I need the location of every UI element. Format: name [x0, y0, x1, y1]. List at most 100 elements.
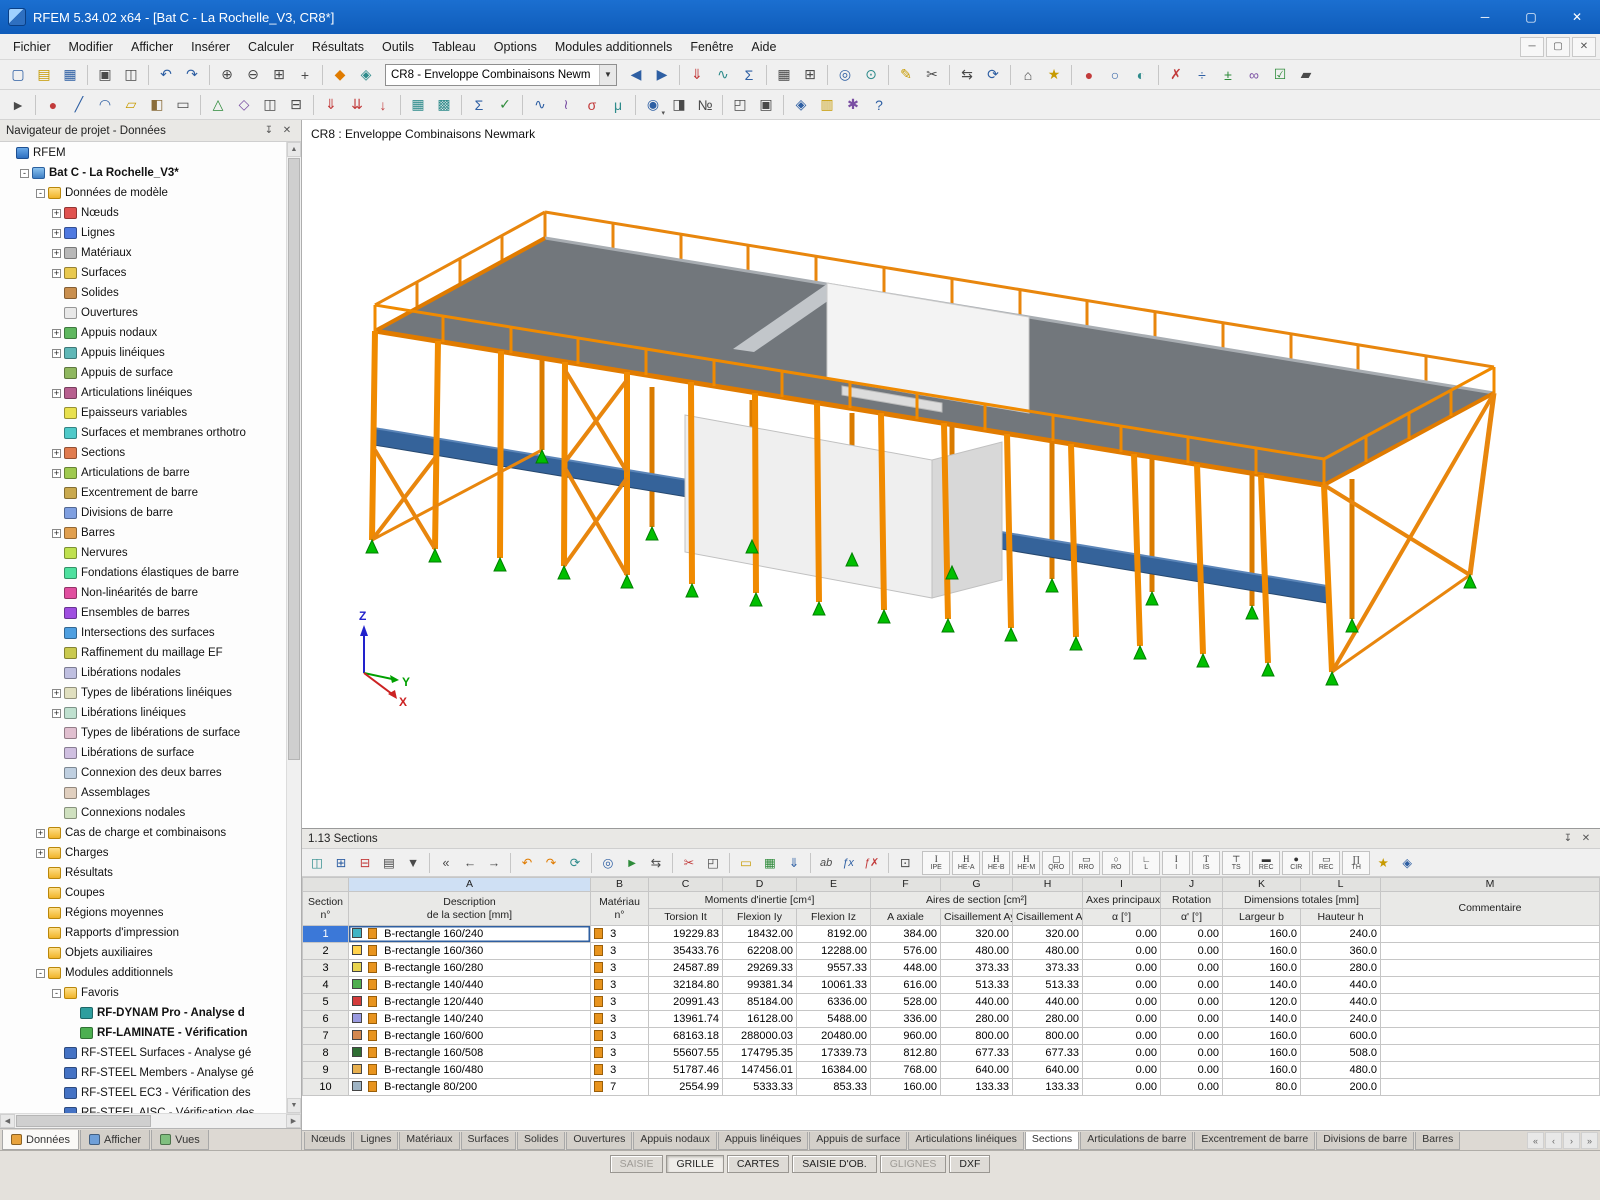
undo-icon[interactable]: ↶	[154, 63, 178, 87]
print-icon[interactable]: ▣	[93, 63, 117, 87]
surface-load-icon[interactable]: ⇊	[345, 93, 369, 117]
cell-axial-area[interactable]: 336.00	[871, 1011, 941, 1028]
copy-icon[interactable]: ◰	[702, 852, 724, 874]
first-row-icon[interactable]: «	[435, 852, 457, 874]
maximize-button[interactable]: ▢	[1508, 0, 1554, 34]
tree-item[interactable]: RF-LAMINATE - Vérification	[0, 1023, 286, 1043]
section-number-cell[interactable]: 9	[303, 1062, 349, 1079]
tree-item[interactable]: Rapports d'impression	[0, 923, 286, 943]
cell-height[interactable]: 480.0	[1301, 1062, 1381, 1079]
cell-alpha-prime[interactable]: 0.00	[1161, 960, 1223, 977]
menu-item[interactable]: Outils	[373, 36, 423, 58]
tree-expander[interactable]: +	[52, 229, 61, 238]
table-row[interactable]: 4 B-rectangle 140/440 3	[303, 977, 1600, 994]
column-letter[interactable]: M	[1381, 878, 1600, 892]
tree-expander[interactable]: +	[52, 689, 61, 698]
toolbar-separator[interactable]	[949, 65, 950, 85]
section-type-button[interactable]: H HE-B	[982, 851, 1010, 875]
col-header-axes[interactable]: Axes principaux	[1083, 892, 1161, 909]
mdi-restore-button[interactable]: ▢	[1546, 37, 1570, 57]
cell-shear-az[interactable]: 800.00	[1013, 1028, 1083, 1045]
table-tab[interactable]: Nœuds	[304, 1132, 352, 1150]
section-type-button[interactable]: ▬ REC	[1252, 851, 1280, 875]
tree-item[interactable]: Résultats	[0, 863, 286, 883]
cell-torsion[interactable]: 19229.83	[649, 926, 723, 943]
toolbar-separator[interactable]	[510, 853, 511, 873]
tree-expander[interactable]: -	[36, 189, 45, 198]
cell-comment[interactable]	[1381, 1062, 1600, 1079]
tree-expander[interactable]: -	[36, 969, 45, 978]
cell-shear-az[interactable]: 677.33	[1013, 1045, 1083, 1062]
cell-flexion-z[interactable]: 16384.00	[797, 1062, 871, 1079]
section-description-cell[interactable]: B-rectangle 160/508	[349, 1045, 591, 1062]
status-toggle[interactable]: GRILLE	[666, 1155, 723, 1173]
section-type-button[interactable]: ∟ L	[1132, 851, 1160, 875]
column-letter[interactable]: F	[871, 878, 941, 892]
toolbar-separator[interactable]	[209, 65, 210, 85]
cell-torsion[interactable]: 35433.76	[649, 943, 723, 960]
table-tab[interactable]: Ouvertures	[566, 1132, 632, 1150]
show-results-icon[interactable]: ∿	[711, 63, 735, 87]
cell-alpha-prime[interactable]: 0.00	[1161, 1028, 1223, 1045]
cell-axial-area[interactable]: 768.00	[871, 1062, 941, 1079]
column-letter[interactable]	[303, 878, 349, 892]
cell-flexion-z[interactable]: 5488.00	[797, 1011, 871, 1028]
cell-height[interactable]: 360.0	[1301, 943, 1381, 960]
redo-icon[interactable]: ↷	[180, 63, 204, 87]
previous-loadcase-icon[interactable]: ◀	[624, 63, 648, 87]
cell-axial-area[interactable]: 528.00	[871, 994, 941, 1011]
column-letter[interactable]: G	[941, 878, 1013, 892]
grid-icon[interactable]: ⊞	[798, 63, 822, 87]
cell-alpha-prime[interactable]: 0.00	[1161, 977, 1223, 994]
tree-item[interactable]: RF-STEEL AISC - Vérification des	[0, 1103, 286, 1113]
tree-item[interactable]: Nervures	[0, 543, 286, 563]
table-row[interactable]: 3 B-rectangle 160/280 3	[303, 960, 1600, 977]
toolbar-separator[interactable]	[722, 95, 723, 115]
tree-item[interactable]: Épaisseurs variables	[0, 403, 286, 423]
prev-tab-button[interactable]: ‹	[1545, 1132, 1562, 1149]
column-letter[interactable]: H	[1013, 878, 1083, 892]
section-number-cell[interactable]: 7	[303, 1028, 349, 1045]
redo-icon[interactable]: ↷	[540, 852, 562, 874]
table-row[interactable]: 6 B-rectangle 140/240 3	[303, 1011, 1600, 1028]
section-library-icon[interactable]: ◈	[1396, 852, 1418, 874]
cut-icon[interactable]: ✂	[678, 852, 700, 874]
section-type-button[interactable]: ● CIR	[1282, 851, 1310, 875]
toolbar-separator[interactable]	[1158, 65, 1159, 85]
section-description-cell[interactable]: B-rectangle 140/440	[349, 977, 591, 994]
navigator-tab[interactable]: Vues	[151, 1130, 209, 1150]
cell-torsion[interactable]: 13961.74	[649, 1011, 723, 1028]
opening-icon[interactable]: ▭	[171, 93, 195, 117]
table-row[interactable]: 7 B-rectangle 160/600 3	[303, 1028, 1600, 1045]
cell-width[interactable]: 80.0	[1223, 1079, 1301, 1096]
cell-flexion-z[interactable]: 10061.33	[797, 977, 871, 994]
cell-height[interactable]: 440.0	[1301, 994, 1381, 1011]
favorite-sections-icon[interactable]: ★	[1372, 852, 1394, 874]
formula-icon[interactable]: ƒx	[838, 852, 858, 874]
print-graphic-icon[interactable]: ▣	[754, 93, 778, 117]
cell-shear-az[interactable]: 640.00	[1013, 1062, 1083, 1079]
cell-alpha[interactable]: 0.00	[1083, 977, 1161, 994]
pin-icon[interactable]: ↧	[261, 123, 277, 139]
col-header-description[interactable]: Descriptionde la section [mm]	[349, 892, 591, 926]
section-number-cell[interactable]: 3	[303, 960, 349, 977]
cell-flexion-y[interactable]: 147456.01	[723, 1062, 797, 1079]
cell-flexion-z[interactable]: 17339.73	[797, 1045, 871, 1062]
toolbar-separator[interactable]	[313, 95, 314, 115]
cell-shear-az[interactable]: 373.33	[1013, 960, 1083, 977]
settings-icon[interactable]: ✱	[841, 93, 865, 117]
favorites-icon[interactable]: ★	[1042, 63, 1066, 87]
cell-torsion[interactable]: 24587.89	[649, 960, 723, 977]
mesh-icon[interactable]: ▦	[406, 93, 430, 117]
surface-tool-icon[interactable]: ◐	[1129, 63, 1153, 87]
filter-icon[interactable]: ▼	[402, 852, 424, 874]
open-model-icon[interactable]: ▤	[32, 63, 56, 87]
col-header-comment[interactable]: Commentaire	[1381, 892, 1600, 926]
cell-shear-az[interactable]: 480.00	[1013, 943, 1083, 960]
cell-width[interactable]: 160.0	[1223, 943, 1301, 960]
tree-item[interactable]: + Articulations de barre	[0, 463, 286, 483]
cell-alpha-prime[interactable]: 0.00	[1161, 943, 1223, 960]
col-group-moments[interactable]: Moments d'inertie [cm⁴]	[649, 892, 871, 909]
cell-axial-area[interactable]: 576.00	[871, 943, 941, 960]
cell-flexion-z[interactable]: 853.33	[797, 1079, 871, 1096]
